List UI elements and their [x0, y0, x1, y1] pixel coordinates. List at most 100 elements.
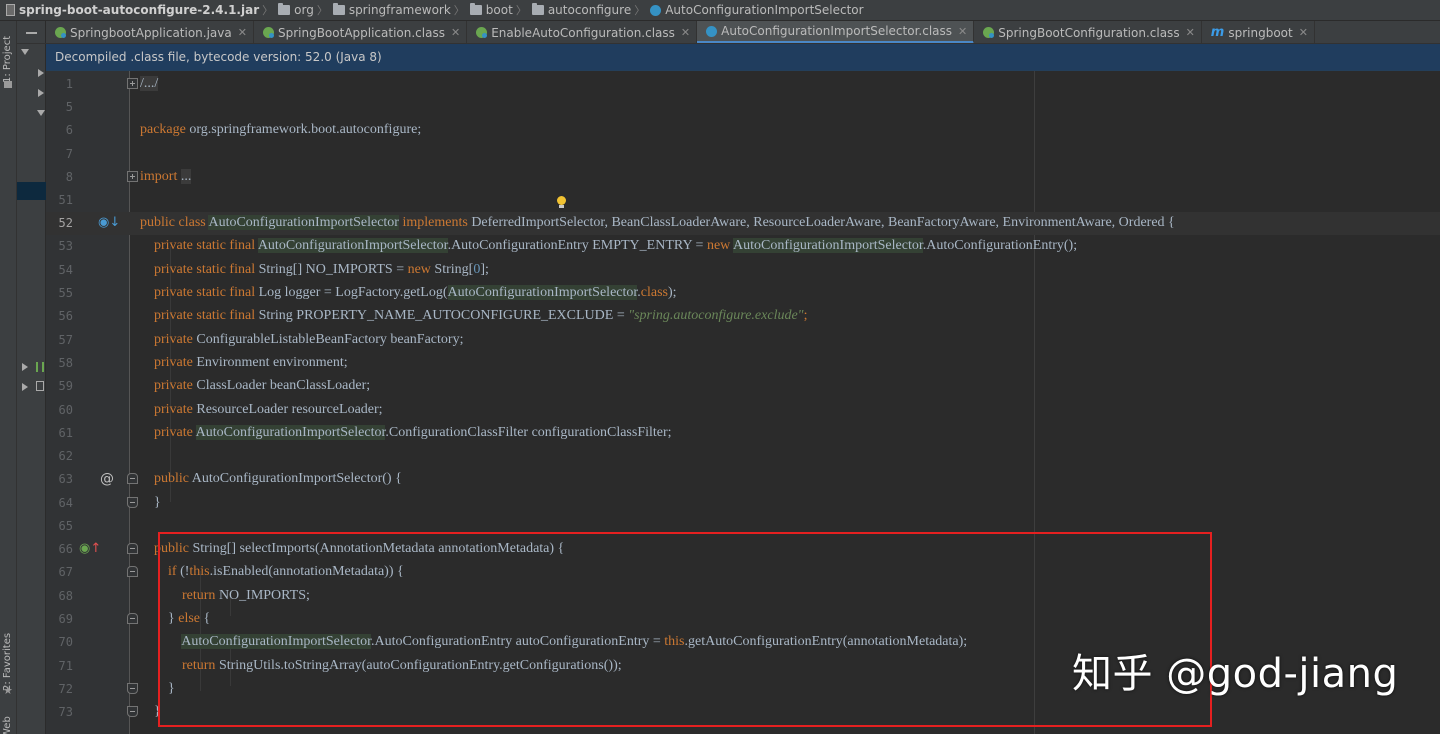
folder-icon — [4, 81, 12, 88]
code-line-6[interactable]: 6 package org.springframework.boot.autoc… — [46, 119, 1440, 142]
collapse-arrow-icon[interactable] — [38, 89, 44, 97]
at-annotation-icon[interactable]: @ — [100, 471, 114, 487]
project-panel-header — [17, 21, 46, 44]
breadcrumb-autoconfigure[interactable]: autoconfigure — [531, 3, 631, 17]
spring-class-icon — [262, 27, 274, 38]
chevron-right-icon: 〉 — [634, 4, 646, 17]
code-line-53[interactable]: 53 private static final AutoConfiguratio… — [46, 235, 1440, 258]
code-line-52[interactable]: 52 ◉↓ public class AutoConfigurationImpo… — [46, 212, 1440, 235]
code-line-5[interactable]: 5 — [46, 96, 1440, 119]
project-panel — [17, 21, 46, 734]
tab-springbootconfiguration-class[interactable]: SpringBootConfiguration.class ✕ — [974, 21, 1202, 43]
breadcrumb-org[interactable]: org — [278, 3, 314, 17]
package-icon — [531, 3, 544, 15]
tab-springbootapplication-class[interactable]: SpringBootApplication.class ✕ — [254, 21, 468, 43]
fold-expand-icon[interactable] — [127, 78, 138, 89]
folded-imports[interactable]: ... — [180, 169, 192, 184]
code-line-62[interactable]: 62 — [46, 445, 1440, 468]
jar-icon — [6, 4, 15, 16]
fold-expand-icon[interactable] — [127, 171, 138, 182]
maven-module-icon: m — [1210, 25, 1225, 40]
breadcrumb: spring-boot-autoconfigure-2.4.1.jar 〉 or… — [0, 0, 1440, 21]
code-line-59[interactable]: 59 private ClassLoader beanClassLoader; — [46, 375, 1440, 398]
code-line-65[interactable]: 65 — [46, 515, 1440, 538]
collapse-arrow-icon[interactable] — [22, 363, 28, 371]
code-line-68[interactable]: 68 return NO_IMPORTS; — [46, 585, 1440, 608]
fold-collapse-icon[interactable] — [127, 473, 138, 484]
code-line-69[interactable]: 69 } else { — [46, 608, 1440, 631]
close-icon[interactable]: ✕ — [1186, 26, 1195, 39]
close-icon[interactable]: ✕ — [681, 26, 690, 39]
string-literal: "spring.autoconfigure.exclude" — [628, 308, 804, 323]
code-line-55[interactable]: 55 private static final Log logger = Log… — [46, 282, 1440, 305]
intention-bulb-icon[interactable] — [557, 196, 566, 208]
tab-springboot[interactable]: m springboot ✕ — [1202, 21, 1315, 43]
class-icon — [706, 25, 718, 37]
minimize-icon[interactable] — [26, 32, 37, 34]
code-line-66[interactable]: 66 ◉↑ public String[] selectImports(Anno… — [46, 538, 1440, 561]
code-line-57[interactable]: 57 private ConfigurableListableBeanFacto… — [46, 329, 1440, 352]
breadcrumb-springframework[interactable]: springframework — [332, 3, 451, 17]
implemented-interfaces-icon[interactable]: ◉↓ — [98, 215, 120, 231]
tab-enableautoconfiguration-class[interactable]: EnableAutoConfiguration.class ✕ — [467, 21, 698, 43]
code-line-54[interactable]: 54 private static final String[] NO_IMPO… — [46, 259, 1440, 282]
code-line-1[interactable]: 1 /.../ — [46, 73, 1440, 96]
code-line-73[interactable]: 73 } — [46, 701, 1440, 724]
tab-springbootapplication-java[interactable]: SpringbootApplication.java ✕ — [46, 21, 254, 43]
project-tree-selected-row[interactable] — [17, 182, 46, 200]
fold-collapse-icon[interactable] — [127, 543, 138, 554]
fold-collapse-icon[interactable] — [127, 497, 138, 508]
code-line-60[interactable]: 60 private ResourceLoader resourceLoader… — [46, 399, 1440, 422]
keyword: import — [140, 169, 178, 184]
close-icon[interactable]: ✕ — [451, 26, 460, 39]
code-line-51[interactable]: 51 — [46, 189, 1440, 212]
tab-autoconfigurationimportselector-class[interactable]: AutoConfigurationImportSelector.class ✕ — [697, 21, 975, 43]
breadcrumb-boot[interactable]: boot — [469, 3, 513, 17]
breadcrumb-jar[interactable]: spring-boot-autoconfigure-2.4.1.jar — [6, 3, 259, 17]
spring-class-icon — [55, 27, 66, 38]
override-method-icon[interactable]: ◉↑ — [79, 541, 101, 557]
keyword: package — [140, 122, 186, 137]
decompiled-notice-banner: Decompiled .class file, bytecode version… — [46, 44, 1440, 71]
close-icon[interactable]: ✕ — [238, 26, 247, 39]
fold-collapse-icon[interactable] — [127, 683, 138, 694]
code-line-67[interactable]: 67 if (!this.isEnabled(annotationMetadat… — [46, 561, 1440, 584]
code-line-8[interactable]: 8 import ... — [46, 166, 1440, 189]
code-line-63[interactable]: 63 @ public AutoConfigurationImportSelec… — [46, 468, 1440, 491]
code-line-58[interactable]: 58 private Environment environment; — [46, 352, 1440, 375]
fold-collapse-icon[interactable] — [127, 706, 138, 717]
chevron-right-icon: 〉 — [316, 4, 328, 17]
expand-arrow-icon[interactable] — [21, 49, 29, 55]
close-icon[interactable]: ✕ — [958, 25, 967, 38]
code-line-61[interactable]: 61 private AutoConfigurationImportSelect… — [46, 422, 1440, 445]
package-icon — [469, 3, 482, 15]
expand-arrow-icon[interactable] — [37, 110, 45, 116]
chevron-right-icon: 〉 — [262, 4, 274, 17]
editor-tabs: SpringbootApplication.java ✕ SpringBootAp… — [46, 21, 1440, 44]
spring-class-icon — [476, 27, 488, 38]
collapse-arrow-icon[interactable] — [22, 383, 28, 391]
spring-class-icon — [983, 27, 995, 38]
package-icon — [332, 3, 345, 15]
library-icon — [36, 362, 44, 372]
left-tool-strip: 1: Project 2: Favorites ★ Web — [0, 21, 17, 734]
code-line-56[interactable]: 56 private static final String PROPERTY_… — [46, 305, 1440, 328]
star-icon: ★ — [3, 684, 13, 697]
chevron-right-icon: 〉 — [453, 4, 465, 17]
code-editor[interactable]: 1 /.../ 5 6 package org.springframework.… — [46, 71, 1440, 734]
class-name[interactable]: AutoConfigurationImportSelector — [208, 215, 399, 230]
web-tool-button[interactable]: Web — [2, 714, 13, 734]
breadcrumb-class[interactable]: AutoConfigurationImportSelector — [650, 3, 864, 17]
code-line-7[interactable]: 7 — [46, 143, 1440, 166]
watermark: 知乎 @god-jiang — [1072, 651, 1399, 697]
fold-collapse-icon[interactable] — [127, 566, 138, 577]
code-text: org.springframework.boot.autoconfigure; — [185, 122, 422, 137]
folded-header-comment[interactable]: /.../ — [140, 76, 159, 91]
favorites-tool-button[interactable]: 2: Favorites — [2, 621, 13, 691]
fold-collapse-icon[interactable] — [127, 613, 138, 624]
collapse-arrow-icon[interactable] — [38, 69, 44, 77]
package-icon — [278, 3, 291, 15]
code-line-64[interactable]: 64 } — [46, 492, 1440, 515]
project-tool-button[interactable]: 1: Project — [2, 25, 13, 83]
close-icon[interactable]: ✕ — [1299, 26, 1308, 39]
